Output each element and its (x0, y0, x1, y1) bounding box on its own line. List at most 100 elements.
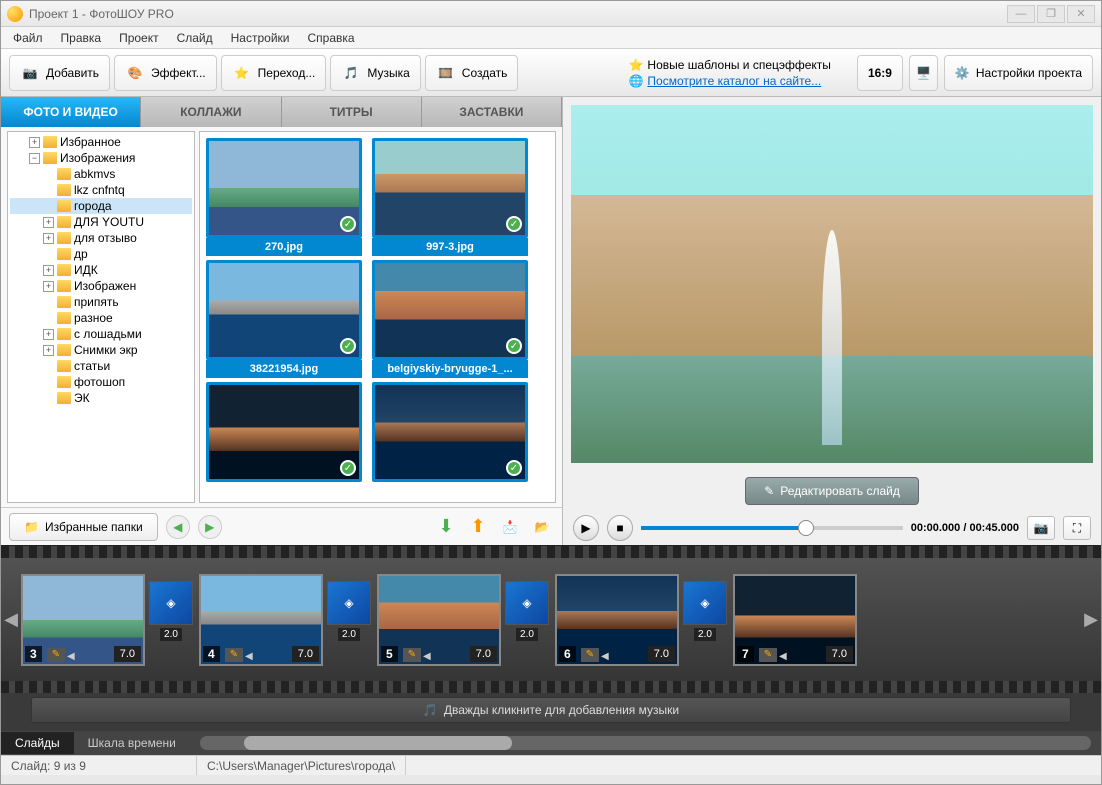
add-button[interactable]: 📷Добавить (9, 55, 110, 91)
tab-photo-video[interactable]: ФОТО И ВИДЕО (1, 97, 141, 127)
tree-item[interactable]: др (10, 246, 192, 262)
project-settings-button[interactable]: ⚙️Настройки проекта (944, 55, 1093, 91)
upload-button[interactable]: ⬆ (466, 515, 490, 539)
tab-splash[interactable]: ЗАСТАВКИ (422, 97, 562, 127)
transition[interactable]: ◈2.0 (327, 581, 371, 659)
folder-tree[interactable]: +Избранное−Изображенияabkmvslkz cnfntqго… (7, 131, 195, 503)
thumbnail-grid[interactable]: ✓270.jpg✓997-3.jpg✓38221954.jpg✓belgiysk… (199, 131, 556, 503)
reel-icon: 🎞️ (436, 63, 456, 83)
main-toolbar: 📷Добавить 🎨Эффект... ⭐Переход... 🎵Музыка… (1, 49, 1101, 97)
fullscreen-icon: ⛶ (1073, 521, 1081, 536)
menu-Настройки[interactable]: Настройки (223, 28, 298, 48)
play-button[interactable]: ▶ (573, 515, 599, 541)
menu-Файл[interactable]: Файл (5, 28, 51, 48)
menubar: ФайлПравкаПроектСлайдНастройкиСправка (1, 27, 1101, 49)
preview-panel: ✎Редактировать слайд ▶ ■ 00:00.000 / 00:… (563, 97, 1101, 545)
monitor-button[interactable]: 🖥️ (909, 55, 938, 91)
tree-item[interactable]: города (10, 198, 192, 214)
timeline-slide[interactable]: 5✎◀7.0 (377, 574, 501, 666)
tree-item[interactable]: статьи (10, 358, 192, 374)
tree-item[interactable]: +для отзыво (10, 230, 192, 246)
palette-icon: 🎨 (125, 63, 145, 83)
thumbnail[interactable]: ✓270.jpg (206, 138, 362, 256)
maximize-button[interactable]: ❐ (1037, 5, 1065, 23)
gear-icon: ⚙️ (955, 66, 970, 80)
folder-open-button[interactable]: 📂 (530, 515, 554, 539)
timeline-prev-button[interactable]: ◀ (1, 546, 21, 693)
edit-slide-button[interactable]: ✎Редактировать слайд (745, 477, 919, 505)
tree-item[interactable]: −Изображения (10, 150, 192, 166)
left-panel: ФОТО И ВИДЕО КОЛЛАЖИ ТИТРЫ ЗАСТАВКИ +Изб… (1, 97, 563, 545)
status-path: C:\Users\Manager\Pictures\города\ (197, 756, 406, 775)
star-icon: ⭐ (232, 63, 252, 83)
timeline-slide[interactable]: 3✎◀7.0 (21, 574, 145, 666)
menu-Справка[interactable]: Справка (299, 28, 362, 48)
tree-item[interactable]: фотошоп (10, 374, 192, 390)
transition[interactable]: ◈2.0 (149, 581, 193, 659)
catalog-link[interactable]: Посмотрите каталог на сайте... (647, 74, 821, 88)
nav-back-button[interactable]: ◀ (166, 515, 190, 539)
tree-item[interactable]: +ИДК (10, 262, 192, 278)
favorite-folders-button[interactable]: 📁Избранные папки (9, 513, 158, 541)
music-icon: 🎵 (423, 703, 438, 717)
tab-titles[interactable]: ТИТРЫ (282, 97, 422, 127)
camera-icon: 📷 (20, 63, 40, 83)
app-icon (7, 6, 23, 22)
tree-item[interactable]: +Снимки экр (10, 342, 192, 358)
timeline-scrollbar[interactable] (200, 736, 1091, 750)
snapshot-button[interactable]: 📷 (1027, 516, 1055, 540)
tree-item[interactable]: разное (10, 310, 192, 326)
timeline-slide[interactable]: 4✎◀7.0 (199, 574, 323, 666)
camera-icon: 📷 (1034, 521, 1049, 535)
tree-item[interactable]: +Изображен (10, 278, 192, 294)
tree-item[interactable]: lkz cnfntq (10, 182, 192, 198)
fullscreen-button[interactable]: ⛶ (1063, 516, 1091, 540)
timeline-tab-slides[interactable]: Слайды (1, 732, 74, 754)
thumbnail[interactable]: ✓38221954.jpg (206, 260, 362, 378)
minimize-button[interactable]: — (1007, 5, 1035, 23)
tree-item[interactable]: +с лошадьми (10, 326, 192, 342)
menu-Слайд[interactable]: Слайд (169, 28, 221, 48)
stop-button[interactable]: ■ (607, 515, 633, 541)
tree-item[interactable]: припять (10, 294, 192, 310)
tree-item[interactable]: +Избранное (10, 134, 192, 150)
menu-Правка[interactable]: Правка (53, 28, 110, 48)
seek-slider[interactable] (641, 526, 903, 530)
tree-item[interactable]: +ДЛЯ YOUTU (10, 214, 192, 230)
tree-item[interactable]: ЭК (10, 390, 192, 406)
timeline-next-button[interactable]: ▶ (1081, 546, 1101, 693)
timeline-slide[interactable]: 7✎◀7.0 (733, 574, 857, 666)
timecode: 00:00.000 / 00:45.000 (911, 522, 1019, 534)
thumbnail[interactable]: ✓ (372, 382, 528, 482)
nav-forward-button[interactable]: ▶ (198, 515, 222, 539)
timeline-tab-timeline[interactable]: Шкала времени (74, 732, 190, 754)
transition[interactable]: ◈2.0 (683, 581, 727, 659)
titlebar: Проект 1 - ФотоШОУ PRO — ❐ ✕ (1, 1, 1101, 27)
thumbnail[interactable]: ✓997-3.jpg (372, 138, 528, 256)
effects-button[interactable]: 🎨Эффект... (114, 55, 217, 91)
statusbar: Слайд: 9 из 9 C:\Users\Manager\Pictures\… (1, 755, 1101, 775)
create-button[interactable]: 🎞️Создать (425, 55, 519, 91)
tab-collages[interactable]: КОЛЛАЖИ (141, 97, 281, 127)
preview-area (571, 105, 1093, 463)
music-icon: 🎵 (341, 63, 361, 83)
close-button[interactable]: ✕ (1067, 5, 1095, 23)
menu-Проект[interactable]: Проект (111, 28, 167, 48)
pencil-icon: ✎ (764, 484, 774, 498)
music-track[interactable]: 🎵Дважды кликните для добавления музыки (31, 697, 1071, 723)
star-icon: ⭐ (628, 58, 643, 72)
timeline-slide[interactable]: 6✎◀7.0 (555, 574, 679, 666)
globe-icon: 🌐 (628, 74, 643, 88)
aspect-button[interactable]: 16:9 (857, 55, 903, 91)
thumbnail[interactable]: ✓belgiyskiy-bryugge-1_... (372, 260, 528, 378)
mail-button[interactable]: 📩 (498, 515, 522, 539)
tree-item[interactable]: abkmvs (10, 166, 192, 182)
music-button[interactable]: 🎵Музыка (330, 55, 420, 91)
tips-box: ⭐Новые шаблоны и спецэффекты 🌐Посмотрите… (628, 58, 830, 88)
transition[interactable]: ◈2.0 (505, 581, 549, 659)
thumbnail[interactable]: ✓ (206, 382, 362, 482)
folder-icon: 📁 (24, 520, 39, 534)
download-button[interactable]: ⬇ (434, 515, 458, 539)
transitions-button[interactable]: ⭐Переход... (221, 55, 327, 91)
monitor-icon: 🖥️ (916, 66, 931, 80)
